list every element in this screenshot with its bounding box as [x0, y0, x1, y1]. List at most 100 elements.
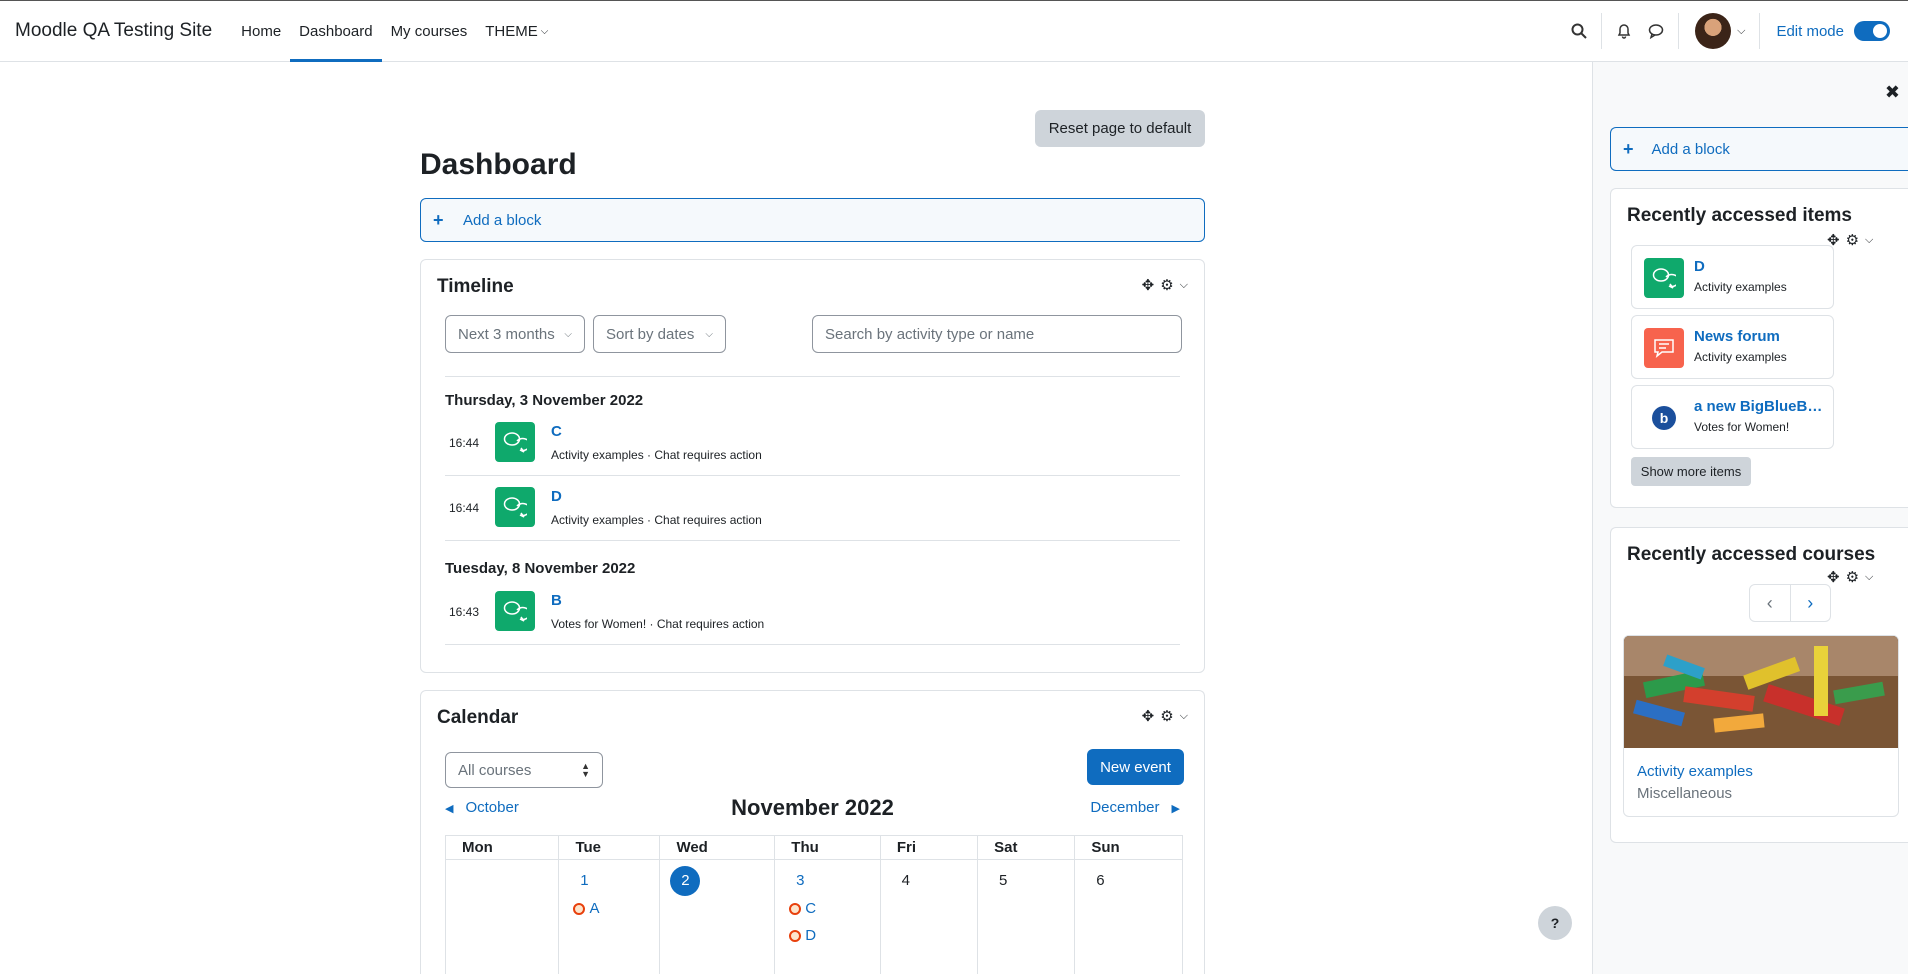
- main-content: Reset page to default Dashboard + Add a …: [0, 62, 1592, 974]
- calendar-day-number: 4: [901, 872, 911, 889]
- page-title: Dashboard: [420, 148, 577, 181]
- event-dot-icon: [789, 902, 802, 915]
- chevron-down-icon[interactable]: ⌵: [1865, 571, 1873, 584]
- move-icon[interactable]: ✥: [1827, 568, 1840, 586]
- calendar-day-cell[interactable]: 4: [879, 859, 979, 974]
- recent-item-course: Activity examples: [1694, 280, 1787, 294]
- calendar-event[interactable]: C: [789, 900, 880, 917]
- weekday-header: Thu: [774, 835, 881, 860]
- calendar-day-number: 6: [1096, 872, 1105, 889]
- timeline-date-heading: Thursday, 3 November 2022: [445, 392, 644, 409]
- gear-icon[interactable]: ⚙: [1846, 231, 1859, 249]
- reset-page-button[interactable]: Reset page to default: [1035, 110, 1205, 147]
- search-icon[interactable]: [1563, 15, 1595, 47]
- user-avatar[interactable]: [1695, 13, 1732, 49]
- add-block-label: Add a block: [463, 211, 542, 229]
- divider: [445, 376, 1180, 377]
- nav-my-courses[interactable]: My courses: [382, 1, 477, 61]
- recent-item-name: D: [1694, 258, 1705, 275]
- divider: [445, 475, 1180, 476]
- divider: [1678, 13, 1680, 49]
- nav-home[interactable]: Home: [232, 1, 290, 61]
- calendar-day-cell[interactable]: [444, 859, 560, 974]
- calendar-course-select-value: All courses: [458, 761, 532, 779]
- recent-item[interactable]: D Activity examples: [1631, 245, 1834, 309]
- chevron-down-icon[interactable]: ⌵: [1180, 279, 1188, 292]
- calendar-day-number[interactable]: 1: [569, 866, 599, 896]
- weekday-header: Sat: [977, 835, 1076, 860]
- timeline-sort-dropdown[interactable]: Sort by dates ⌵: [593, 315, 726, 353]
- drawer-add-block-button[interactable]: + Add a block: [1610, 127, 1908, 171]
- course-name-link[interactable]: Activity examples: [1637, 763, 1753, 780]
- timeline-filter-dropdown[interactable]: Next 3 months ⌵: [445, 315, 585, 353]
- plus-icon: +: [1623, 138, 1634, 159]
- gear-icon[interactable]: ⚙: [1846, 568, 1859, 586]
- next-month-link[interactable]: December ▶: [1090, 799, 1180, 816]
- chevron-down-icon[interactable]: ⌵: [1180, 710, 1188, 723]
- drawer-add-block-label: Add a block: [1651, 140, 1730, 158]
- nav-theme[interactable]: THEME ⌵: [476, 1, 557, 61]
- new-event-button[interactable]: New event: [1087, 749, 1184, 785]
- primary-navigation: Home Dashboard My courses THEME ⌵: [232, 1, 557, 62]
- course-pager: ‹ ›: [1749, 584, 1831, 622]
- help-button[interactable]: ?: [1538, 906, 1572, 940]
- gear-icon[interactable]: ⚙: [1160, 707, 1173, 725]
- calendar-event[interactable]: A: [573, 900, 659, 917]
- calendar-course-select[interactable]: All courses ▲ ▼: [445, 752, 603, 788]
- weekday-header: Fri: [879, 835, 979, 860]
- chat-icon: [1644, 258, 1684, 298]
- course-card[interactable]: Activity examples Miscellaneous: [1623, 635, 1899, 817]
- show-more-items-button[interactable]: Show more items: [1631, 457, 1751, 486]
- timeline-event-time: 16:44: [449, 501, 480, 515]
- nav-theme-label: THEME: [485, 22, 538, 40]
- chevron-right-icon[interactable]: ›: [1791, 585, 1831, 621]
- add-block-button[interactable]: + Add a block: [420, 198, 1205, 242]
- timeline-sort-label: Sort by dates: [606, 325, 695, 343]
- calendar-day-cell[interactable]: 5: [977, 859, 1076, 974]
- calendar-day-cell[interactable]: 1 A: [558, 859, 661, 974]
- notifications-bell-icon[interactable]: [1608, 15, 1640, 47]
- calendar-grid: Mon Tue Wed Thu Fri Sat Sun 1 A 2 3 C D …: [444, 835, 1183, 974]
- bigbluebutton-icon: b: [1644, 398, 1684, 438]
- recent-courses-title: Recently accessed courses: [1627, 544, 1876, 565]
- course-image[interactable]: [1624, 636, 1898, 748]
- edit-mode-switch[interactable]: Edit mode: [1776, 21, 1890, 41]
- recent-item-course: Votes for Women!: [1694, 420, 1790, 434]
- edit-mode-label: Edit mode: [1776, 22, 1844, 40]
- timeline-event-link[interactable]: C: [551, 423, 562, 440]
- calendar-title: Calendar: [437, 707, 519, 728]
- calendar-day-number[interactable]: 3: [785, 866, 815, 896]
- calendar-day-cell[interactable]: 6: [1074, 859, 1183, 974]
- timeline-event-details: Activity examples · Chat requires action: [551, 448, 762, 462]
- timeline-event-details: Activity examples · Chat requires action: [551, 513, 762, 527]
- site-name[interactable]: Moodle QA Testing Site: [15, 20, 212, 42]
- timeline-event-link[interactable]: D: [551, 488, 562, 505]
- recent-item[interactable]: News forum Activity examples: [1631, 315, 1834, 379]
- gear-icon[interactable]: ⚙: [1160, 276, 1173, 294]
- recent-item[interactable]: b a new BigBlueButton Votes for Women!: [1631, 385, 1834, 449]
- nav-dashboard[interactable]: Dashboard: [290, 1, 382, 62]
- chevron-down-icon[interactable]: ⌵: [1865, 234, 1873, 247]
- calendar-day-cell[interactable]: 3 C D: [774, 859, 881, 974]
- calendar-day-today[interactable]: 2: [670, 866, 701, 896]
- messages-icon[interactable]: [1640, 15, 1672, 47]
- plus-icon: +: [433, 209, 444, 230]
- calendar-event[interactable]: D: [789, 927, 880, 944]
- move-icon[interactable]: ✥: [1142, 276, 1155, 294]
- chevron-down-icon: ⌵: [540, 25, 549, 37]
- calendar-block: Calendar ✥ ⚙ ⌵ All courses ▲ ▼ New event …: [420, 690, 1205, 974]
- move-icon[interactable]: ✥: [1142, 707, 1155, 725]
- timeline-search-input[interactable]: Search by activity type or name: [812, 315, 1182, 353]
- timeline-event-time: 16:44: [449, 436, 480, 450]
- arrow-right-icon: ▶: [1171, 803, 1180, 815]
- chevron-left-icon[interactable]: ‹: [1750, 585, 1791, 621]
- recent-item-course: Activity examples: [1694, 350, 1787, 364]
- edit-mode-toggle[interactable]: [1854, 21, 1890, 41]
- chevron-down-icon[interactable]: ⌵: [1737, 25, 1745, 38]
- calendar-day-cell[interactable]: 2: [659, 859, 776, 974]
- timeline-event-link[interactable]: B: [551, 592, 562, 609]
- chat-icon: [495, 487, 535, 527]
- close-icon[interactable]: ✖: [1885, 82, 1900, 103]
- weekday-header: Wed: [659, 835, 776, 860]
- recent-item-name: a new BigBlueButton: [1694, 398, 1826, 415]
